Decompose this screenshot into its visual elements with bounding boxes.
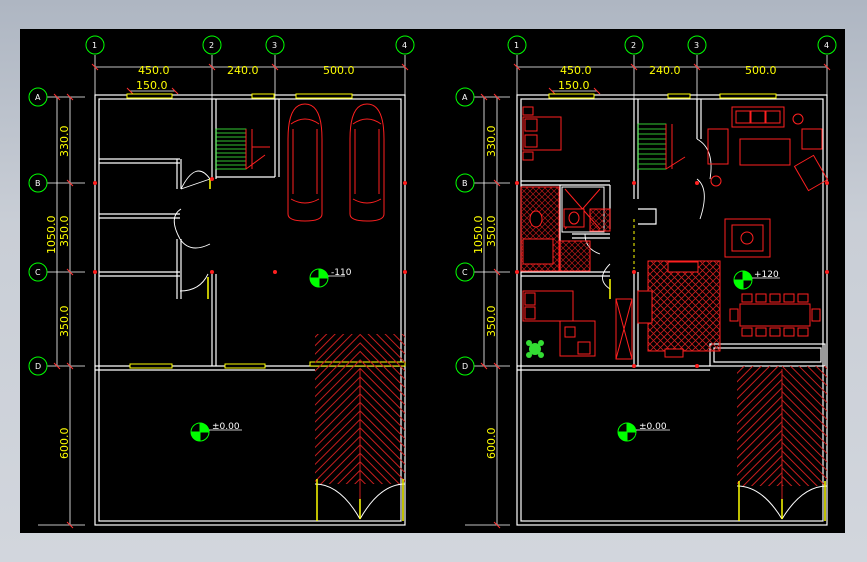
plan2-bathroom — [520, 186, 611, 272]
plan1-dim-350b: 350.0 — [58, 306, 71, 338]
plan2-bed-master — [522, 106, 562, 161]
plan2-dim-350a: 350.0 — [485, 216, 498, 248]
plan1-grid-label-C: C — [35, 268, 41, 277]
cad-drawing-area[interactable]: 450.0 240.0 500.0 150.0 330.0 350.0 350.… — [20, 29, 845, 533]
plan2-grid-label-B: B — [462, 179, 468, 188]
plan2-dim-240: 240.0 — [649, 64, 681, 77]
plan2-kitchen — [615, 260, 721, 360]
plan2-level-text-yard: ±0.00 — [639, 422, 667, 432]
plan2-grid-label-4: 4 — [824, 41, 829, 50]
plan2-level-mark-yard: ±0.00 — [617, 422, 670, 442]
plan1-dim-150: 150.0 — [136, 79, 168, 92]
plan1-level-text-garage: -110 — [331, 268, 352, 278]
plan1-grid-label-A: A — [35, 93, 41, 102]
plan2-dim-150: 150.0 — [558, 79, 590, 92]
plan2-dim-500: 500.0 — [745, 64, 777, 77]
plan2-grid-label-3: 3 — [694, 41, 699, 50]
window-background: 450.0 240.0 500.0 150.0 330.0 350.0 350.… — [0, 0, 867, 562]
plan1-level-mark-garage: -110 — [309, 268, 352, 288]
plan2-grid-label-D: D — [462, 362, 468, 371]
plan1-level-text-yard: ±0.00 — [212, 422, 240, 432]
plan1-dim-1050: 1050.0 — [45, 216, 58, 255]
plan1-dim-600: 600.0 — [58, 428, 71, 460]
plan2-level-text-living: +120 — [754, 270, 779, 280]
first-floor-plan: 450.0 240.0 500.0 150.0 330.0 350.0 350.… — [455, 35, 837, 529]
plan2-plant — [526, 340, 544, 358]
plan1-staircase — [215, 128, 247, 170]
plan2-staircase — [637, 123, 667, 170]
plan1-dim-240: 240.0 — [227, 64, 259, 77]
plan1-grid-label-D: D — [35, 362, 41, 371]
plan1-ramp — [314, 334, 406, 521]
plan2-dim-1050: 1050.0 — [472, 216, 485, 255]
plan1-dim-350a: 350.0 — [58, 216, 71, 248]
plan1-grid-label-3: 3 — [272, 41, 277, 50]
plan2-dim-450: 450.0 — [560, 64, 592, 77]
plan2-dim-330: 330.0 — [485, 126, 498, 158]
plan2-dim-600: 600.0 — [485, 428, 498, 460]
ground-floor-plan: 450.0 240.0 500.0 150.0 330.0 350.0 350.… — [28, 35, 415, 529]
plan1-grid-label-B: B — [35, 179, 41, 188]
plan2-ramp — [736, 366, 828, 521]
plan2-dining-table — [729, 293, 821, 337]
plan1-car-2 — [349, 103, 385, 222]
plan1-grid-label-4: 4 — [402, 41, 407, 50]
plan2-dim-350b: 350.0 — [485, 306, 498, 338]
plan1-dim-500: 500.0 — [323, 64, 355, 77]
plan1-dim-330: 330.0 — [58, 126, 71, 158]
plan1-grid-label-2: 2 — [209, 41, 214, 50]
plan2-rug — [724, 218, 771, 258]
plan1-car-1 — [287, 103, 323, 222]
plan2-grid-label-C: C — [462, 268, 468, 277]
plan2-grid-label-2: 2 — [631, 41, 636, 50]
plan2-grid-label-1: 1 — [514, 41, 519, 50]
plan2-grid-label-A: A — [462, 93, 468, 102]
plan2-level-mark-living: +120 — [733, 270, 780, 290]
plan1-level-mark-yard: ±0.00 — [190, 422, 242, 442]
plan2-sofa-set — [707, 106, 829, 192]
plan1-grid-label-1: 1 — [92, 41, 97, 50]
plan1-dim-450: 450.0 — [138, 64, 170, 77]
